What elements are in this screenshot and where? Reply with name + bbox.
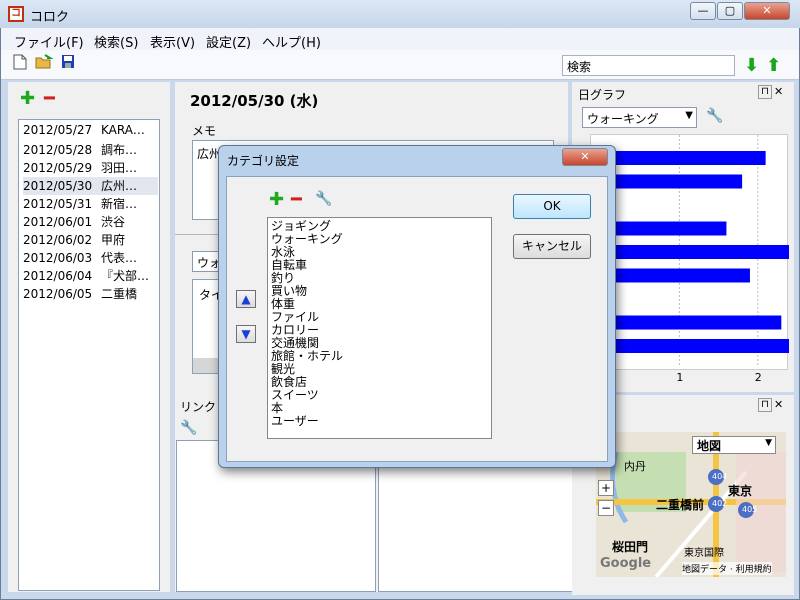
tick-label: 2 [755,371,762,384]
google-logo: Google [600,556,652,571]
date-heading: 2012/05/30 (水) [190,92,319,110]
bar [591,315,782,330]
category-item[interactable]: 旅館・ホテル [268,350,491,363]
minimize-button[interactable]: — [690,2,716,20]
bar [591,339,789,353]
graph-category-select[interactable]: ウォーキング ▼ [582,107,697,128]
map-label: 二重橋前 [656,498,705,512]
list-item[interactable]: 2012/05/27 KARA… [23,123,158,141]
link-tool-icon[interactable]: 🔧 [180,420,197,436]
map-view[interactable]: 地図 ▼ + − 内丹 東京 二重橋前 桜田門 東京国際 404 402 405 … [596,432,786,577]
menu-file[interactable]: ファイル(F) [14,32,84,51]
remove-entry-icon[interactable]: ━ [44,88,55,109]
map-close-icon[interactable]: ✕ [774,398,783,411]
open-folder-icon[interactable] [35,54,54,72]
map-label: 東京 [728,484,753,498]
pin-icon[interactable]: ⊓ [758,85,772,99]
maximize-button[interactable]: ▢ [717,2,743,20]
map-label: 内丹 [624,460,646,473]
graph-tool-icon[interactable]: 🔧 [706,108,723,124]
memo-label: メモ [192,124,217,138]
category-settings-dialog: カテゴリ設定 ✕ ✚ ━ 🔧 ジョギング ウォーキング 水泳 自転車 釣り 買い物 体重 ファ… [218,145,616,468]
link-label: リンク [180,400,217,414]
zoom-out-button[interactable]: − [598,500,614,516]
ok-button[interactable]: OK [513,194,591,219]
category-item[interactable]: 自転車 [268,259,491,272]
title-bar [0,0,800,28]
road-number: 402 [712,499,728,508]
list-item[interactable]: 2012/05/29 羽田… [23,159,158,177]
bar [591,245,789,259]
dialog-body: ✚ ━ 🔧 ジョギング ウォーキング 水泳 自転車 釣り 買い物 体重 ファイル カロリー 交通機… [226,176,608,462]
dialog-title: カテゴリ設定 [227,154,300,168]
graph-panel-title: 日グラフ [578,88,627,102]
new-file-icon[interactable] [12,54,28,72]
map-attribution[interactable]: 地図データ · 利用規約 [682,562,772,575]
list-item[interactable]: 2012/06/01 渋谷 [23,213,158,231]
road-number: 405 [742,505,758,514]
move-up-button[interactable]: ▲ [236,290,256,308]
list-item[interactable]: 2012/05/31 新宿… [23,195,158,213]
dialog-close-button[interactable]: ✕ [562,148,608,166]
list-item[interactable]: 2012/06/05 二重橋 [23,285,158,303]
graph-close-icon[interactable]: ✕ [774,85,783,98]
save-icon[interactable] [60,54,76,72]
close-button[interactable]: ✕ [744,2,790,20]
list-item[interactable]: 2012/05/28 調布… [23,141,158,159]
category-list[interactable]: ジョギング ウォーキング 水泳 自転車 釣り 買い物 体重 ファイル カロリー 交通機関 旅館・ホテ… [267,217,492,439]
list-item-selected[interactable]: 2012/05/30 広州… [23,177,158,195]
tick-label: 1 [676,371,683,384]
menu-search[interactable]: 検索(S) [94,32,138,51]
map-label: 桜田門 [612,540,649,554]
window-title: コロク [30,10,70,25]
menu-view[interactable]: 表示(V) [150,32,195,51]
move-down-button[interactable]: ▼ [236,325,256,343]
cancel-button[interactable]: キャンセル [513,234,591,259]
map-label: 東京国際 [684,548,724,559]
list-item[interactable]: 2012/06/03 代表… [23,249,158,267]
chevron-down-icon: ▼ [685,110,693,121]
list-item[interactable]: 2012/06/02 甲府 [23,231,158,249]
add-category-icon[interactable]: ✚ [269,189,284,210]
date-list: 2012/05/27 KARA… 2012/05/28 調布… 2012/05/29… [18,119,160,591]
arrow-down-icon[interactable]: ⬇ [744,55,759,76]
category-item[interactable]: ユーザー [268,415,491,428]
add-entry-icon[interactable]: ✚ [20,88,35,109]
map-type-select[interactable]: 地図 ▼ [692,436,776,454]
zoom-in-button[interactable]: + [598,480,614,496]
search-input[interactable]: 検索 [562,55,735,76]
edit-category-icon[interactable]: 🔧 [315,191,332,207]
menu-settings[interactable]: 設定(Z) [206,32,251,51]
list-item[interactable]: 2012/06/04 『犬部… [23,267,158,285]
arrow-up-icon[interactable]: ⬆ [766,55,781,76]
app-icon: コ [8,6,24,22]
road-number: 404 [712,472,728,481]
map-pin-icon[interactable]: ⊓ [758,398,772,412]
graph-category-value: ウォーキング [587,112,659,126]
category-item[interactable]: スイーツ [268,389,491,402]
bar-chart: 12 [591,135,789,384]
remove-category-icon[interactable]: ━ [291,189,302,210]
category-item[interactable]: 買い物 [268,285,491,298]
graph-area: 12 [590,134,789,384]
menu-help[interactable]: ヘルプ(H) [262,32,321,51]
category-item[interactable]: ウォーキング [268,233,491,246]
bar [591,151,766,165]
